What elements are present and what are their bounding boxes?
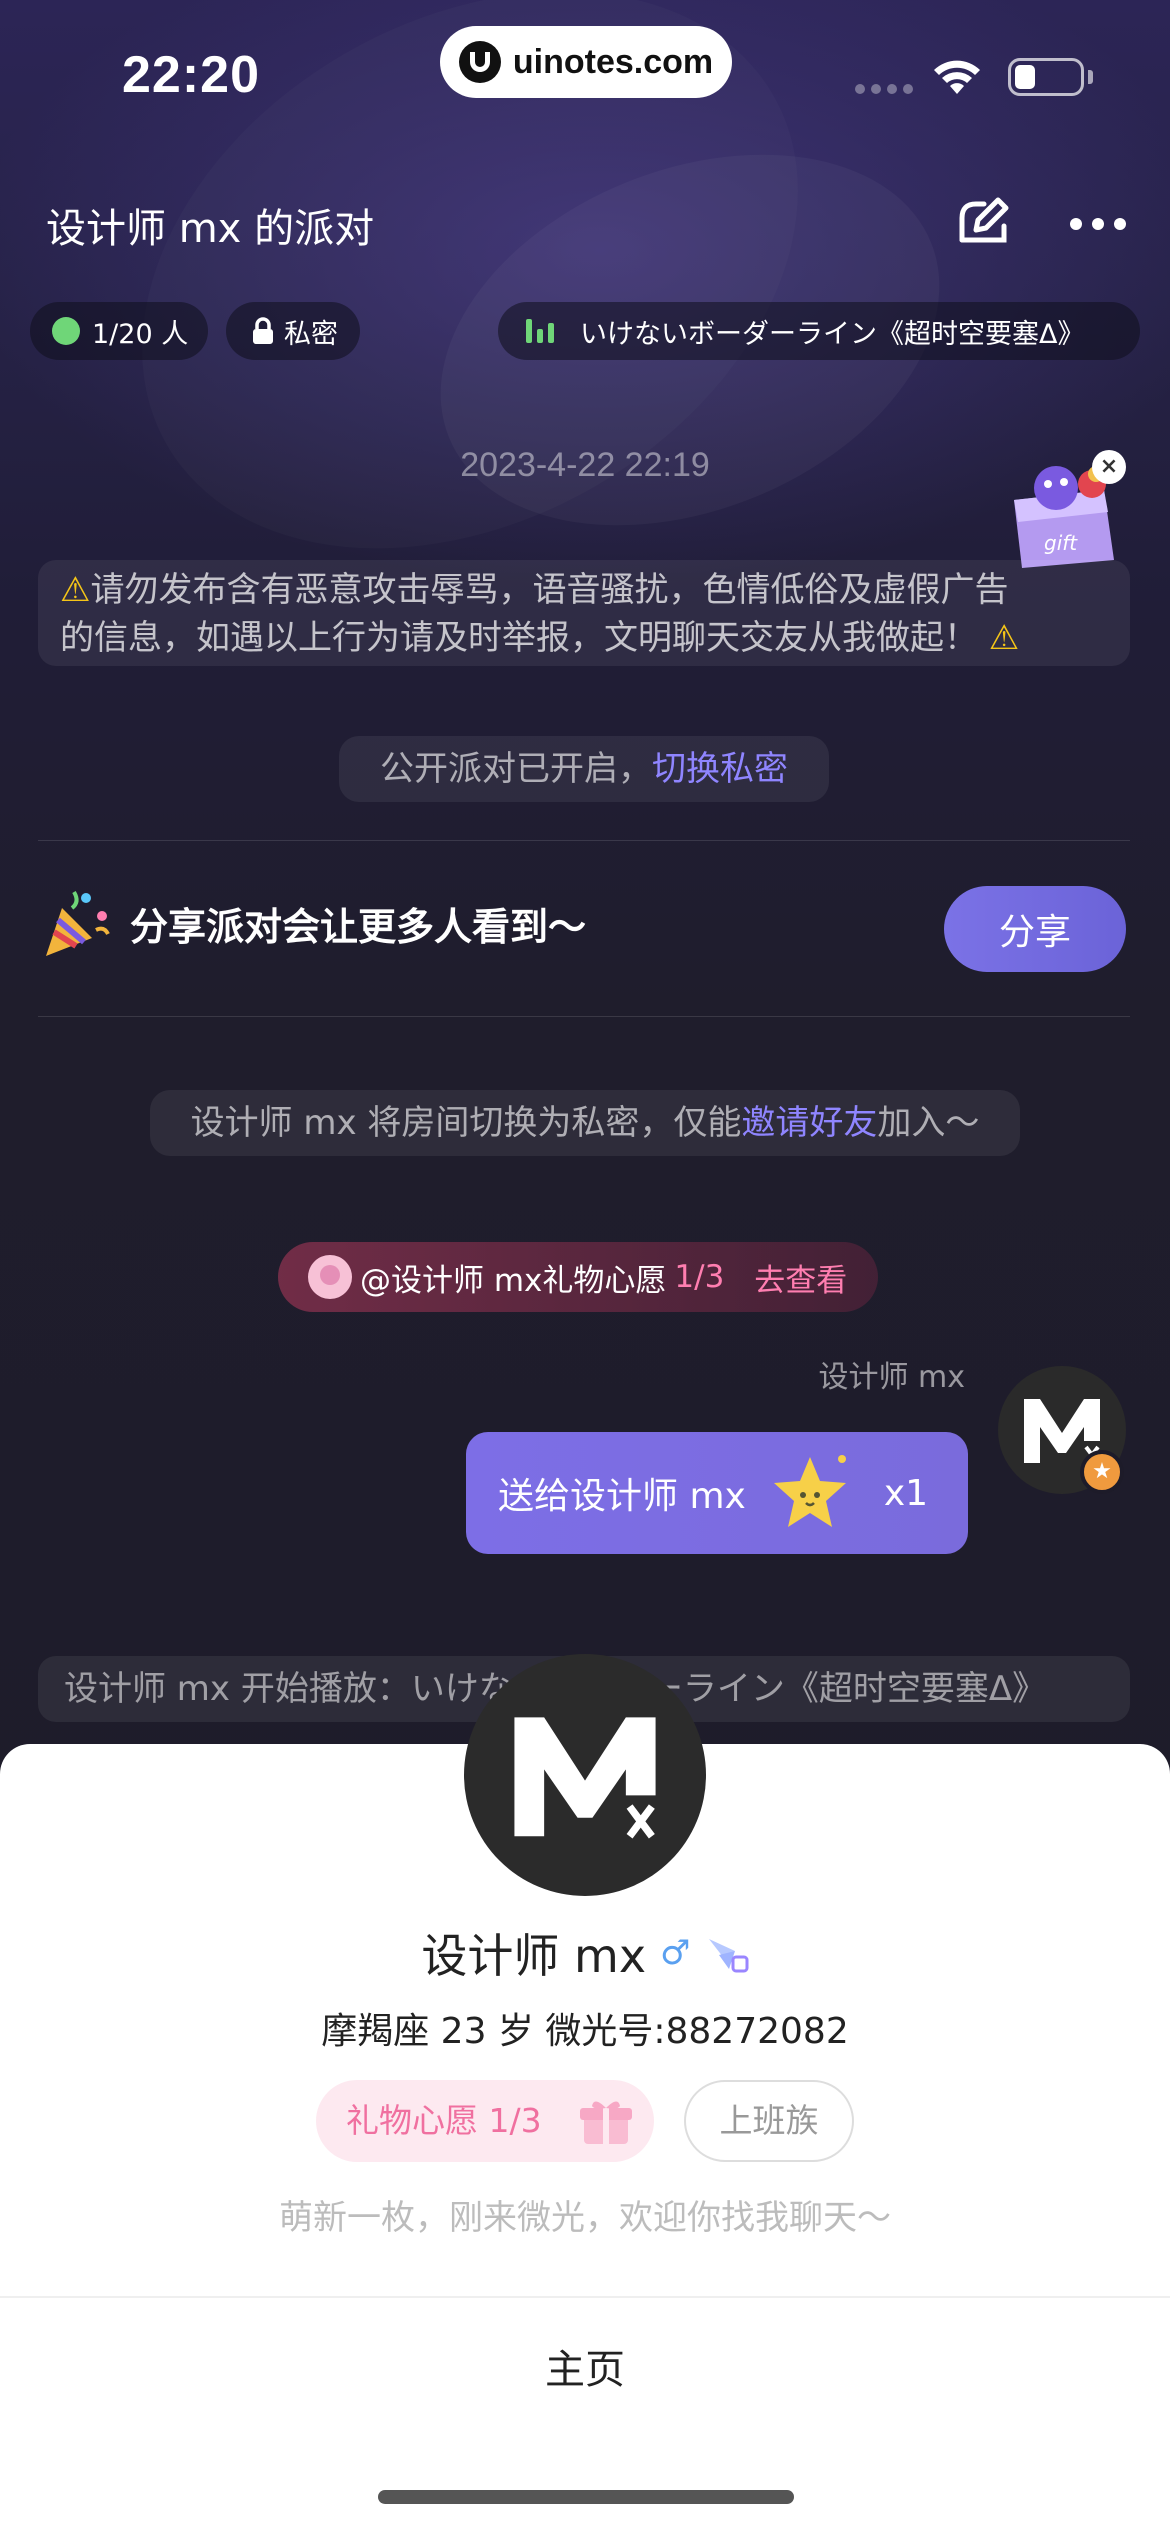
public-party-notice: 公开派对已开启，切换私密 — [339, 736, 829, 802]
community-warning: ⚠请勿发布含有恶意攻击辱骂，语音骚扰，色情低俗及虚假广告 的信息，如遇以上行为请… — [38, 560, 1130, 666]
flower-gift-icon — [308, 1255, 352, 1299]
profile-info: 摩羯座 23 岁 微光号:88272082 — [321, 2011, 849, 2052]
share-button[interactable]: 分享 — [944, 886, 1126, 972]
profile-name: 设计师 mx — [421, 1929, 647, 1983]
message-sender-name: 设计师 mx — [818, 1360, 965, 1395]
cellular-signal-icon — [855, 84, 913, 94]
mx-logo-icon — [514, 1717, 656, 1839]
home-indicator[interactable] — [378, 2490, 794, 2504]
battery-icon — [1008, 58, 1084, 96]
battery-cap — [1088, 70, 1093, 84]
divider — [0, 2296, 1170, 2298]
room-title: 设计师 mx 的派对 — [46, 206, 375, 252]
divider — [38, 840, 1130, 841]
music-bars-icon — [526, 319, 554, 343]
warning-sign-icon: ⚠ — [60, 570, 91, 610]
switch-private-link[interactable]: 切换私密 — [652, 749, 788, 789]
wish-text: @设计师 mx礼物心愿 — [360, 1262, 667, 1299]
male-gender-icon: ♂ — [660, 1933, 691, 1973]
gift-message-text: 送给设计师 mx — [498, 1476, 746, 1517]
gift-wish-tag[interactable]: 礼物心愿 1/3 — [316, 2080, 654, 2162]
online-count-chip[interactable]: 1/20 人 — [30, 302, 208, 360]
party-popper-icon — [46, 890, 110, 956]
home-page-button[interactable]: 主页 — [435, 2326, 735, 2406]
warning-line-2: 的信息，如遇以上行为请及时举报，文明聊天交友从我做起！ ⚠ — [60, 618, 1020, 658]
warning-line-1: ⚠请勿发布含有恶意攻击辱骂，语音骚扰，色情低俗及虚假广告 — [60, 570, 1009, 610]
watermark-logo-icon — [458, 41, 501, 83]
view-wish-link[interactable]: 去查看 — [754, 1255, 847, 1300]
gift-wish-tag-label: 礼物心愿 1/3 — [346, 2101, 542, 2140]
edit-icon[interactable] — [956, 196, 1012, 246]
profile-avatar[interactable] — [464, 1654, 706, 1896]
watermark-text: uinotes.com — [512, 42, 714, 81]
share-prompt-text: 分享派对会让更多人看到～ — [130, 904, 587, 949]
close-gift-icon[interactable]: × — [1092, 450, 1126, 484]
status-time: 22:20 — [122, 46, 260, 104]
gift-icon — [580, 2101, 632, 2144]
gift-wish-pill[interactable]: @设计师 mx礼物心愿 1/3 去查看 — [278, 1242, 878, 1312]
level-badge-icon — [708, 1939, 749, 1973]
chat-timestamp: 2023-4-22 22:19 — [460, 446, 710, 484]
occupation-tag[interactable]: 上班族 — [684, 2080, 854, 2162]
star-badge-icon: ★ — [1080, 1450, 1124, 1494]
now-playing-chip[interactable]: いけないボーダーライン《超时空要塞Δ》 — [498, 302, 1140, 360]
warning-sign-icon: ⚠ — [978, 618, 1020, 658]
privacy-label: 私密 — [284, 318, 338, 350]
wish-count: 1/3 — [674, 1259, 725, 1295]
gift-quantity: x1 — [883, 1472, 929, 1514]
share-prompt: 分享派对会让更多人看到～ — [42, 886, 586, 960]
lock-icon — [253, 317, 273, 344]
wifi-icon — [934, 60, 980, 94]
profile-name-row: 设计师 mx ♂ — [0, 1920, 1170, 1986]
invite-friends-link[interactable]: 邀请好友 — [741, 1103, 877, 1143]
divider — [38, 1016, 1130, 1017]
online-count: 1/20 人 — [92, 318, 189, 350]
profile-bio: 萌新一枚，刚来微光，欢迎你找我聊天～ — [279, 2198, 891, 2238]
watermark-badge: uinotes.com — [440, 26, 732, 98]
private-switch-notice: 设计师 mx 将房间切换为私密，仅能邀请好友加入～ — [150, 1090, 1020, 1156]
svg-text:gift: gift — [1044, 531, 1078, 555]
online-dot — [52, 317, 80, 345]
now-playing-title: いけないボーダーライン《超时空要塞Δ》 — [580, 318, 1085, 350]
more-options-icon[interactable] — [1070, 218, 1126, 230]
privacy-chip[interactable]: 私密 — [226, 302, 360, 360]
gift-message-bubble: 送给设计师 mx x1 — [466, 1432, 968, 1554]
star-gift-icon — [773, 1455, 846, 1527]
